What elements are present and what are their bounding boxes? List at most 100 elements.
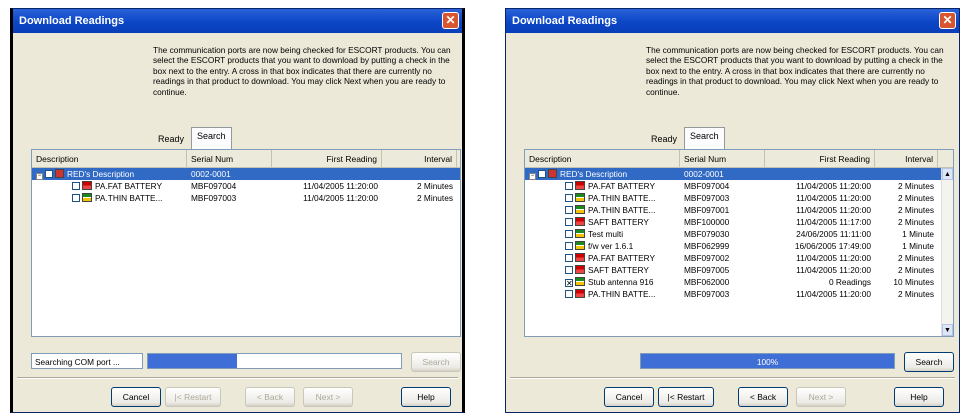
list-item[interactable]: PA.THIN BATTE... MBF097003 11/04/2005 11:2… [525, 288, 953, 300]
cell-serial: 0002-0001 [684, 169, 724, 179]
column-description[interactable]: Description [32, 150, 187, 167]
restart-button[interactable]: |< Restart [658, 387, 714, 407]
search-progress-bar: 100% [640, 353, 895, 369]
cell-description: PA.THIN BATTE... [525, 193, 680, 203]
tab-search[interactable]: Search [684, 127, 725, 149]
logger-icon [575, 217, 585, 226]
list-item[interactable]: PA.FAT BATTERY MBF097002 11/04/2005 11:20:… [525, 252, 953, 264]
row-checkbox[interactable] [45, 169, 53, 178]
list-item-root[interactable]: − RED's Description 0002-0001 [32, 168, 460, 180]
cancel-button[interactable]: Cancel [604, 387, 654, 407]
list-item-root[interactable]: − RED's Description 0002-0001 [525, 168, 953, 180]
list-item[interactable]: PA.THIN BATTE... MBF097001 11/04/2005 11:2… [525, 204, 953, 216]
column-description[interactable]: Description [525, 150, 680, 167]
tab-ready[interactable]: Ready [646, 131, 682, 147]
row-checkbox[interactable] [72, 194, 80, 202]
reader-icon [55, 168, 64, 178]
cell-serial: 0002-0001 [191, 169, 231, 179]
row-checkbox[interactable] [565, 242, 573, 250]
row-checkbox[interactable] [565, 230, 573, 238]
list-item[interactable]: SAFT BATTERY MBF097005 11/04/2005 11:20:00… [525, 264, 953, 276]
back-button[interactable]: < Back [738, 387, 788, 407]
column-first-reading[interactable]: First Reading [765, 150, 875, 167]
vertical-scrollbar[interactable]: ▲ ▼ [941, 168, 953, 336]
cell-description: − RED's Description [525, 168, 680, 180]
help-button[interactable]: Help [401, 387, 451, 407]
cell-interval: 1 Minute [902, 229, 934, 239]
row-checkbox[interactable] [565, 182, 573, 190]
cell-description: PA.THIN BATTE... [32, 193, 187, 203]
list-item[interactable]: PA.FAT BATTERY MBF097004 11/04/2005 11:20:… [32, 180, 460, 192]
download-readings-window-searching: Download Readings ✕ The communication po… [10, 8, 465, 413]
list-item[interactable]: PA.FAT BATTERY MBF097004 11/04/2005 11:20:… [525, 180, 953, 192]
logger-icon [575, 289, 585, 298]
cell-first-reading: 11/04/2005 11:20:00 [796, 253, 871, 263]
next-button[interactable]: Next > [303, 387, 353, 407]
cell-interval: 1 Minute [902, 241, 934, 251]
cell-interval: 2 Minutes [898, 193, 934, 203]
restart-button[interactable]: |< Restart [165, 387, 221, 407]
back-button[interactable]: < Back [245, 387, 295, 407]
close-icon[interactable]: ✕ [442, 12, 459, 29]
cell-description: PA.FAT BATTERY [525, 181, 680, 191]
row-checkbox[interactable] [565, 266, 573, 274]
tab-search[interactable]: Search [191, 127, 232, 149]
list-item[interactable]: f/w ver 1.6.1 MBF062999 16/06/2005 17:49:0… [525, 240, 953, 252]
column-first-reading[interactable]: First Reading [272, 150, 382, 167]
cell-description: PA.FAT BATTERY [32, 181, 187, 191]
row-checkbox[interactable] [565, 194, 573, 202]
row-checkbox[interactable] [72, 182, 80, 190]
search-button[interactable]: Search [904, 352, 954, 372]
tab-strip: Ready Search [646, 127, 946, 149]
row-label: Test multi [588, 229, 624, 239]
row-checkbox[interactable] [565, 206, 573, 214]
cell-serial: MBF097002 [684, 253, 730, 263]
cell-serial: MBF062999 [684, 241, 730, 251]
cell-description: ✕ Stub antenna 916 [525, 277, 680, 287]
reader-icon [548, 168, 557, 178]
device-list[interactable]: Description Serial Num First Reading Int… [524, 149, 954, 337]
intro-text: The communication ports are now being ch… [646, 45, 944, 97]
window-title: Download Readings [19, 15, 125, 27]
list-item[interactable]: SAFT BATTERY MBF100000 11/04/2005 11:17:00… [525, 216, 953, 228]
row-checkbox[interactable] [565, 254, 573, 262]
row-label: PA.THIN BATTE... [588, 193, 656, 203]
row-checkbox[interactable] [565, 290, 573, 298]
row-label: SAFT BATTERY [588, 217, 649, 227]
cell-serial: MBF097001 [684, 205, 730, 215]
column-interval[interactable]: Interval [875, 150, 938, 167]
cell-description: PA.THIN BATTE... [525, 289, 680, 299]
column-serial[interactable]: Serial Num [680, 150, 765, 167]
search-button[interactable]: Search [411, 352, 461, 372]
cell-serial: MBF097005 [684, 265, 730, 275]
row-checkbox[interactable] [538, 169, 546, 178]
tree-collapse-icon[interactable]: − [36, 172, 43, 180]
next-button[interactable]: Next > [796, 387, 846, 407]
cell-serial: MBF097003 [191, 193, 237, 203]
cell-description: SAFT BATTERY [525, 265, 680, 275]
row-checkbox[interactable]: ✕ [565, 279, 573, 287]
row-checkbox[interactable] [565, 218, 573, 226]
tab-ready[interactable]: Ready [153, 131, 189, 147]
close-icon[interactable]: ✕ [939, 12, 956, 29]
list-item[interactable]: Test multi MBF079030 24/06/2005 11:11:00 1 … [525, 228, 953, 240]
help-button[interactable]: Help [894, 387, 944, 407]
cell-description: SAFT BATTERY [525, 217, 680, 227]
column-interval[interactable]: Interval [382, 150, 457, 167]
column-serial[interactable]: Serial Num [187, 150, 272, 167]
list-item[interactable]: PA.THIN BATTE... MBF097003 11/04/2005 11:2… [525, 192, 953, 204]
row-label: f/w ver 1.6.1 [588, 241, 634, 251]
device-list[interactable]: Description Serial Num First Reading Int… [31, 149, 461, 337]
divider [510, 377, 955, 379]
cancel-button[interactable]: Cancel [111, 387, 161, 407]
scroll-down-icon[interactable]: ▼ [942, 324, 953, 336]
list-item[interactable]: PA.THIN BATTE... MBF097003 11/04/2005 11:2… [32, 192, 460, 204]
logger-icon [575, 253, 585, 262]
tree-collapse-icon[interactable]: − [529, 172, 536, 180]
scroll-up-icon[interactable]: ▲ [942, 168, 953, 180]
cell-serial: MBF079030 [684, 229, 730, 239]
cell-serial: MBF097004 [684, 181, 730, 191]
list-item[interactable]: ✕ Stub antenna 916 MBF062000 0 Readings 10 M… [525, 276, 953, 288]
logger-icon [575, 265, 585, 274]
logger-icon [575, 205, 585, 214]
